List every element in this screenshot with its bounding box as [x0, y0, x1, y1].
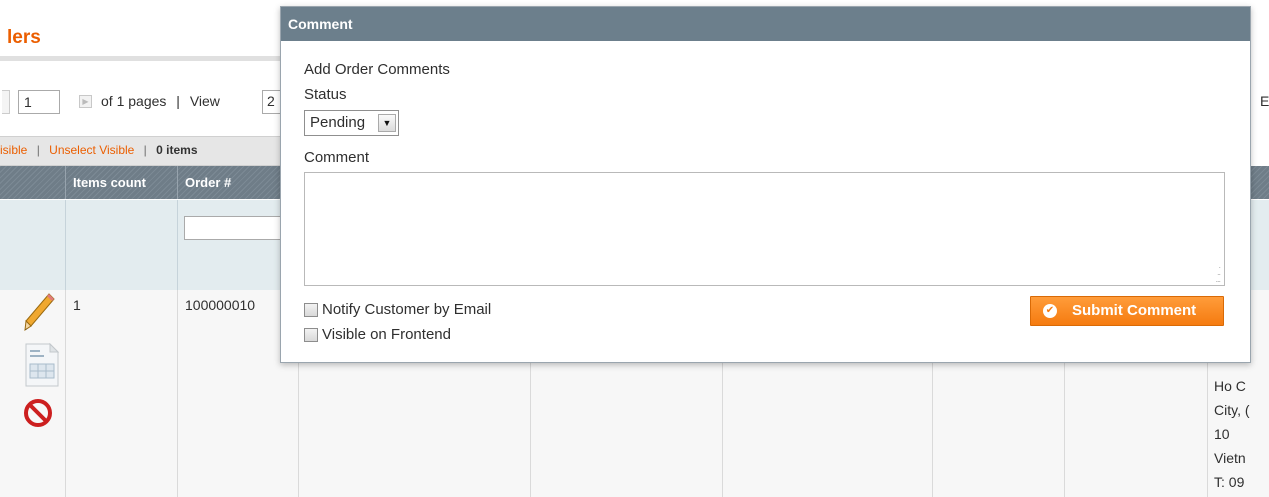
next-page-icon[interactable]: ▶ [79, 95, 92, 108]
status-label: Status [304, 86, 347, 103]
pager-prev-edge[interactable] [2, 90, 10, 114]
page-number-input[interactable]: 1 [18, 90, 60, 114]
comment-textarea[interactable]: . ..... [304, 172, 1225, 286]
dialog-title: Comment [281, 7, 1250, 41]
items-selected-count: 0 items [156, 143, 198, 157]
filter-cell-items-count [66, 200, 178, 290]
submit-comment-label: Submit Comment [1072, 302, 1197, 319]
select-visible-link[interactable]: isible [0, 143, 27, 157]
address-line: 10 [1214, 426, 1230, 442]
page-title: lers [7, 27, 41, 48]
add-order-comments-heading: Add Order Comments [304, 61, 450, 78]
address-line: Ho C [1214, 378, 1246, 394]
pager-total: of 1 pages | View [101, 93, 220, 109]
pager-of-pages: of 1 pages [101, 93, 167, 109]
notify-customer-label[interactable]: Notify Customer by Email [322, 300, 491, 320]
address-line: Vietn [1214, 450, 1246, 466]
visible-on-frontend-label[interactable]: Visible on Frontend [322, 325, 451, 345]
pager-separator: | [176, 93, 180, 109]
unselect-visible-link[interactable]: Unselect Visible [49, 143, 134, 157]
checkmark-icon: ✔ [1043, 304, 1057, 318]
status-select[interactable]: Pending ▼ [304, 110, 399, 136]
address-line: City, ( [1214, 402, 1250, 418]
massaction-bar: isible | Unselect Visible | 0 items [0, 136, 282, 166]
status-selected-value: Pending [310, 114, 366, 131]
title-divider [0, 56, 282, 61]
order-number-filter-input[interactable] [184, 216, 282, 240]
filter-cell-actions [0, 200, 66, 290]
shipping-address: Ho C City, ( 10 Vietn T: 09 [1214, 374, 1269, 494]
massaction-separator: | [143, 143, 147, 157]
document-icon[interactable] [23, 342, 61, 388]
pencil-icon[interactable] [22, 292, 56, 334]
resize-grip-icon[interactable]: . ..... [1215, 261, 1220, 284]
column-header-items-count[interactable]: Items count [66, 166, 178, 199]
comment-label: Comment [304, 149, 370, 166]
submit-comment-button[interactable]: ✔ Submit Comment [1030, 296, 1224, 326]
visible-on-frontend-checkbox[interactable] [304, 328, 318, 342]
massaction-separator: | [36, 143, 40, 157]
address-line: T: 09 [1214, 474, 1245, 490]
items-count-cell: 1 [66, 290, 178, 497]
comment-dialog: Comment Add Order Comments Status Pendin… [280, 6, 1251, 363]
no-entry-icon[interactable] [23, 398, 53, 428]
pager-right-fragment: E [1260, 93, 1269, 109]
view-label: View [189, 93, 220, 109]
column-header-actions [0, 166, 66, 199]
notify-customer-checkbox[interactable] [304, 303, 318, 317]
chevron-down-icon[interactable]: ▼ [378, 114, 396, 132]
